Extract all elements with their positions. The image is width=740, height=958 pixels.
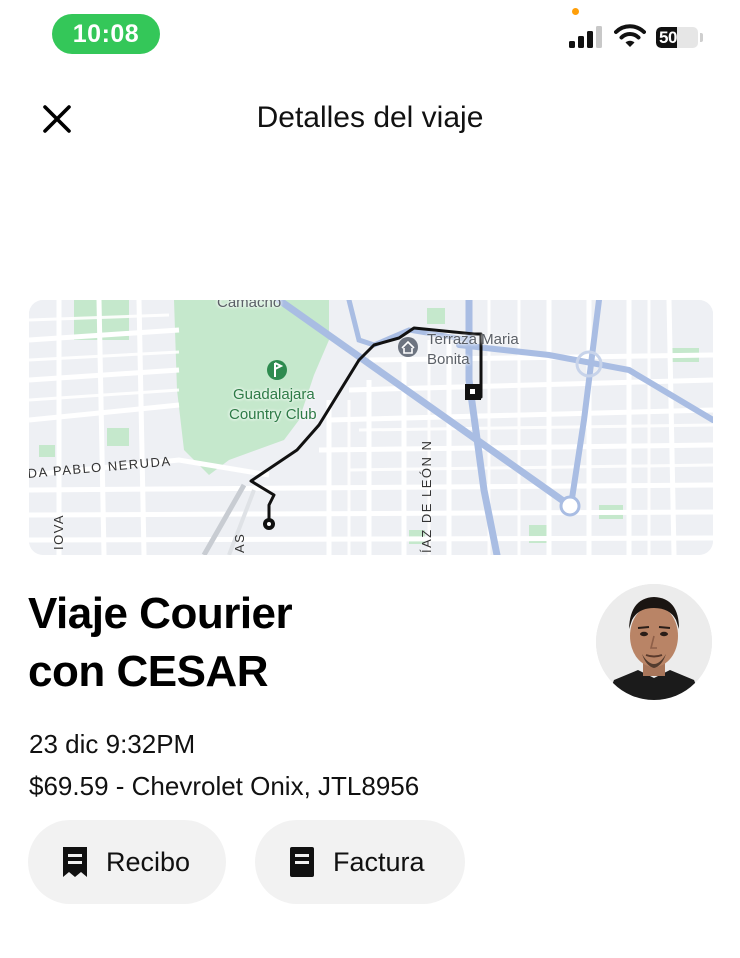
- trip-title-line1: Viaje Courier: [28, 589, 293, 638]
- trip-title-line2: con CESAR: [28, 647, 268, 696]
- trip-fare-vehicle: $69.59 - Chevrolet Onix, JTL8956: [29, 771, 420, 801]
- battery-level: 50: [659, 28, 677, 47]
- trip-map[interactable]: Camacho Terraza Maria Bonita Guadalajara…: [29, 300, 713, 555]
- street-label-iova: IOVA: [51, 513, 66, 550]
- status-bar: 10:08 50: [0, 0, 740, 70]
- map-label-club-2: Country Club: [229, 406, 317, 423]
- privacy-indicator-dot: [572, 8, 579, 15]
- map-label-club-1: Guadalajara: [233, 386, 315, 403]
- invoice-icon: [290, 847, 314, 877]
- receipt-label: Recibo: [106, 847, 191, 877]
- page-title: Detalles del viaje: [256, 101, 484, 134]
- landmark-icon: [398, 337, 418, 357]
- battery-tip: [700, 33, 703, 42]
- receipt-icon: [63, 847, 87, 877]
- map-label-terraza: Terraza Maria: [427, 331, 519, 348]
- status-time: 10:08: [52, 14, 160, 54]
- invoice-button[interactable]: Factura: [255, 820, 465, 904]
- invoice-label: Factura: [333, 847, 425, 877]
- driver-avatar: [596, 584, 712, 700]
- driver-photo: [596, 584, 712, 700]
- map-label-bonita: Bonita: [427, 351, 470, 368]
- receipt-button[interactable]: Recibo: [28, 820, 226, 904]
- map-canvas: [29, 300, 713, 555]
- trip-title: Viaje Courier con CESAR: [28, 585, 548, 701]
- battery-icon: 50: [656, 27, 698, 48]
- map-label-camacho: Camacho: [217, 300, 282, 311]
- trip-date: 23 dic 9:32PM: [29, 729, 196, 759]
- wifi-icon: [614, 24, 646, 47]
- signal-icon: [569, 26, 602, 48]
- street-label-as: AS: [232, 532, 247, 553]
